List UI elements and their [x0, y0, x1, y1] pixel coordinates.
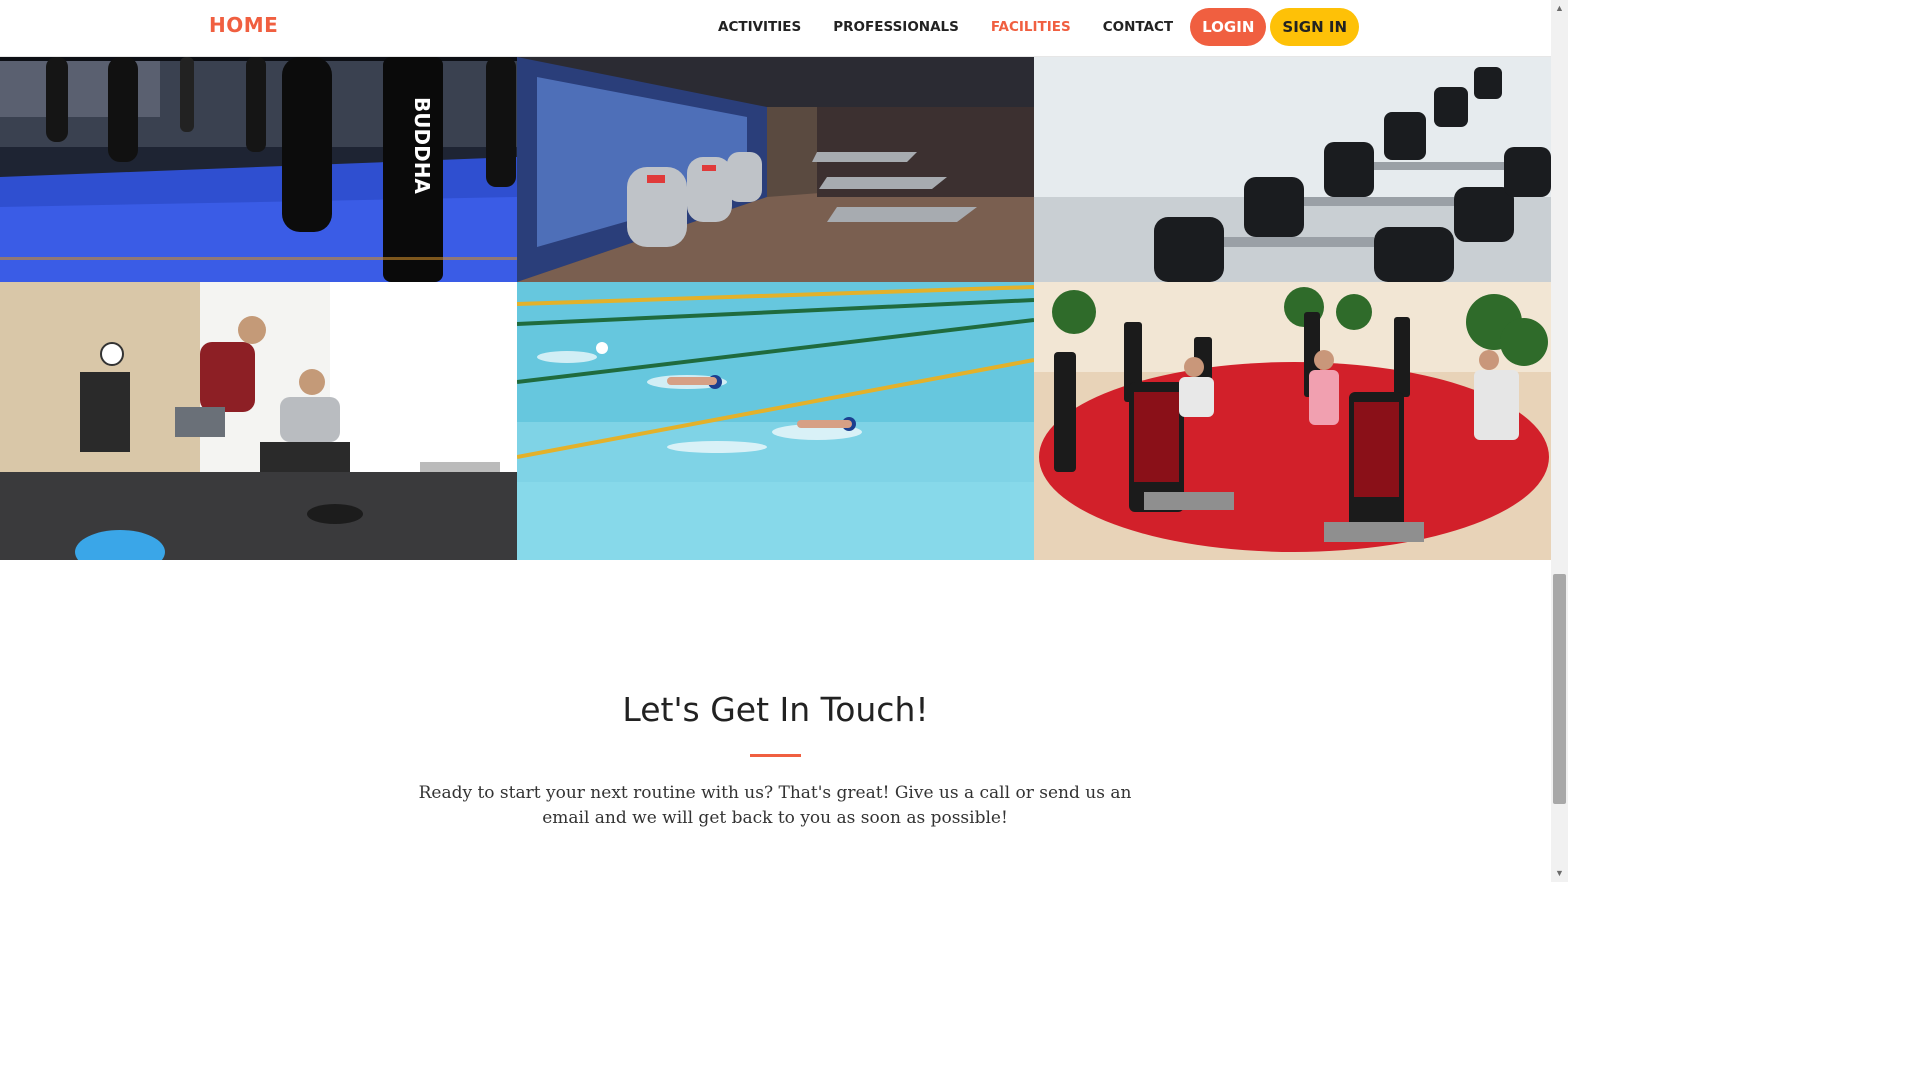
contact-text: Ready to start your next routine with us… [418, 783, 1132, 828]
scroll-down-arrow-icon[interactable]: ▼ [1551, 865, 1568, 882]
dumbbell-rack-image[interactable] [1034, 57, 1551, 282]
nav-links: ACTIVITIES PROFESSIONALS FACILITIES CONT… [702, 8, 1359, 46]
nav-link-facilities[interactable]: FACILITIES [975, 19, 1087, 35]
nav-link-activities[interactable]: ACTIVITIES [702, 19, 817, 35]
contact-title: Let's Get In Touch! [622, 690, 929, 729]
facilities-gallery: BUDDHA [0, 57, 1551, 560]
group-exercise-image[interactable] [1034, 282, 1551, 560]
login-button[interactable]: LOGIN [1190, 8, 1267, 46]
title-divider [750, 754, 801, 757]
boxing-room-image[interactable]: BUDDHA [0, 57, 517, 282]
swimming-pool-image[interactable] [517, 282, 1034, 560]
cardio-room-image[interactable] [517, 57, 1034, 282]
svg-text:BUDDHA: BUDDHA [410, 97, 434, 194]
scroll-up-arrow-icon[interactable]: ▲ [1551, 0, 1568, 17]
navbar: HOME ACTIVITIES PROFESSIONALS FACILITIES… [0, 0, 1551, 57]
personal-training-image[interactable] [0, 282, 517, 560]
nav-link-contact[interactable]: CONTACT [1087, 19, 1189, 35]
scrollbar-thumb[interactable] [1553, 574, 1566, 804]
sign-in-button[interactable]: SIGN IN [1270, 8, 1359, 46]
vertical-scrollbar[interactable]: ▲ ▼ [1551, 0, 1568, 882]
brand-home-link[interactable]: HOME [209, 13, 278, 37]
nav-link-professionals[interactable]: PROFESSIONALS [817, 19, 975, 35]
